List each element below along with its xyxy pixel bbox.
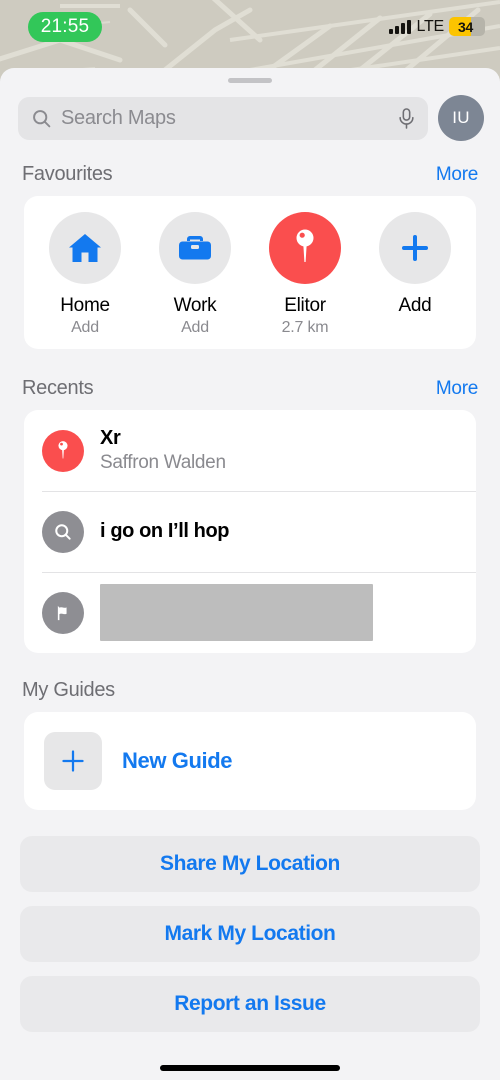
recents-header: Recents More [0, 377, 500, 400]
recent-item-subtitle: Saffron Walden [100, 452, 226, 473]
favourites-header: Favourites More [0, 163, 500, 186]
map-pin-icon-circle [42, 429, 84, 472]
status-indicators: LTE 34 [389, 17, 485, 36]
network-type-label: LTE [416, 17, 444, 35]
recent-item-search-query[interactable]: i go on I’ll hop [24, 491, 476, 572]
new-guide-label: New Guide [122, 748, 233, 773]
plus-icon-circle [379, 212, 451, 284]
recents-title: Recents [22, 377, 94, 399]
avatar[interactable]: IU [438, 95, 484, 141]
favourite-item-add[interactable]: Add [360, 212, 470, 337]
flag-icon [57, 605, 67, 620]
mark-my-location-button[interactable]: Mark My Location [20, 906, 480, 962]
favourite-item-elitor[interactable]: Elitor 2.7 km [250, 212, 360, 337]
battery-percent: 34 [458, 18, 473, 35]
status-bar: 21:55 LTE 34 [0, 0, 500, 58]
maps-bottom-sheet[interactable]: Search Maps IU Favourites More Home Add … [0, 68, 500, 1080]
favourites-more-button[interactable]: More [436, 164, 478, 186]
search-icon [55, 523, 71, 540]
home-indicator[interactable] [160, 1065, 340, 1071]
house-icon-circle [49, 212, 121, 284]
map-pin-icon [58, 440, 68, 458]
house-icon [69, 234, 101, 262]
search-row: Search Maps IU [0, 83, 500, 141]
report-an-issue-button[interactable]: Report an Issue [20, 976, 480, 1032]
flag-icon-circle [42, 591, 84, 634]
plus-icon [62, 750, 84, 772]
share-my-location-button[interactable]: Share My Location [20, 836, 480, 892]
recents-more-button[interactable]: More [436, 378, 478, 400]
plus-icon [402, 235, 428, 261]
battery-indicator: 34 [449, 17, 485, 36]
briefcase-icon-circle [159, 212, 231, 284]
favourite-sublabel: Add [181, 319, 209, 336]
avatar-initials: IU [452, 108, 470, 127]
guides-card: New Guide [24, 712, 476, 810]
search-icon-circle [42, 510, 84, 553]
favourites-card: Home Add Work Add Elitor 2.7 km Add [24, 196, 476, 349]
search-input[interactable]: Search Maps [18, 96, 428, 140]
favourite-label: Add [398, 295, 432, 316]
recents-card: Xr Saffron Walden i go on I’ll hop [24, 410, 476, 653]
recent-item-text: i go on I’ll hop [100, 520, 230, 543]
favourite-label: Home [60, 295, 110, 316]
recent-item-redacted[interactable] [24, 572, 476, 653]
status-time: 21:55 [40, 16, 90, 37]
plus-icon-tile [44, 732, 102, 790]
favourite-label: Work [173, 295, 217, 316]
favourite-label: Elitor [284, 295, 326, 316]
guides-header: My Guides [0, 679, 500, 702]
favourite-sublabel: Add [71, 319, 99, 336]
favourite-sublabel: 2.7 km [281, 319, 329, 336]
recent-item-title: Xr [100, 427, 121, 449]
status-time-pill[interactable]: 21:55 [28, 12, 102, 42]
search-icon [31, 108, 52, 129]
cellular-bars-icon [389, 19, 412, 34]
new-guide-button[interactable]: New Guide [24, 712, 476, 810]
microphone-icon[interactable] [397, 107, 416, 130]
favourite-item-work[interactable]: Work Add [140, 212, 250, 337]
recent-item-xr[interactable]: Xr Saffron Walden [24, 410, 476, 491]
action-buttons: Share My Location Mark My Location Repor… [0, 836, 500, 1032]
map-pin-icon [296, 229, 314, 262]
favourites-title: Favourites [22, 163, 113, 185]
guides-title: My Guides [22, 679, 115, 701]
briefcase-icon [179, 236, 211, 260]
favourites-row: Home Add Work Add Elitor 2.7 km Add [30, 212, 470, 337]
redacted-content [100, 584, 373, 641]
recent-item-text: Xr Saffron Walden [100, 427, 226, 474]
map-pin-icon-circle [269, 212, 341, 284]
favourite-item-home[interactable]: Home Add [30, 212, 140, 337]
recent-item-title: i go on I’ll hop [100, 520, 230, 542]
search-placeholder: Search Maps [61, 106, 176, 129]
